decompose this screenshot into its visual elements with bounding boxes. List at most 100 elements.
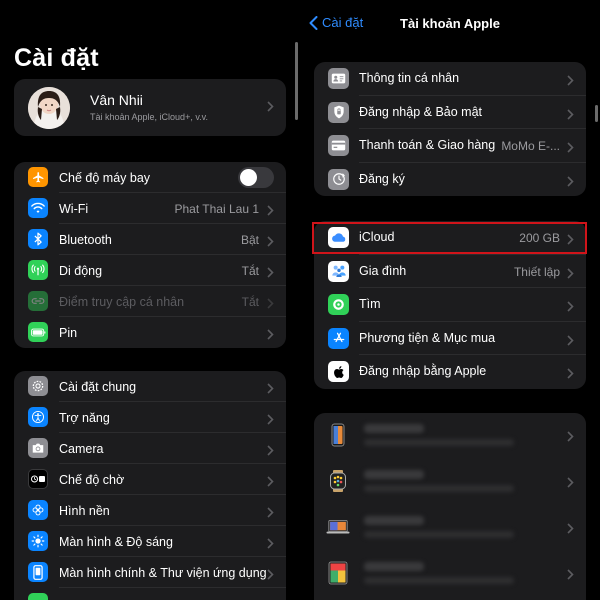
settings-pane: Cài đặt Vân Nhii Tài khoản Apple, iCloud… bbox=[0, 0, 300, 600]
settings-row-label: Trợ năng bbox=[59, 410, 110, 425]
camera-icon bbox=[28, 438, 48, 458]
settings-row-general[interactable]: Cài đặt chung bbox=[14, 371, 286, 402]
ipad-device-icon bbox=[326, 561, 350, 585]
profile-name: Vân Nhii bbox=[90, 92, 143, 108]
cellular-status-value: Tắt bbox=[241, 263, 259, 278]
settings-row-label: Màn hình chính & Thư viện ứng dụng bbox=[59, 565, 267, 580]
device-row[interactable] bbox=[314, 551, 586, 597]
settings-row-battery[interactable]: Pin bbox=[14, 317, 286, 348]
gear-icon bbox=[28, 376, 48, 396]
account-row-label: Thanh toán & Giao hàng bbox=[359, 138, 496, 153]
bluetooth-icon bbox=[28, 229, 48, 249]
account-row-label: Đăng ký bbox=[359, 171, 405, 186]
settings-row-label: Chế độ máy bay bbox=[59, 170, 151, 185]
toggle-knob bbox=[240, 169, 257, 186]
account-row-subscriptions[interactable]: Đăng ký bbox=[314, 163, 586, 197]
account-row-payment-shipping[interactable]: Thanh toán & Giao hàng MoMo E-... bbox=[314, 129, 586, 163]
settings-row-bluetooth[interactable]: Bluetooth Bật bbox=[14, 224, 286, 255]
hotspot-status-value: Tắt bbox=[241, 294, 259, 309]
chevron-right-icon bbox=[567, 107, 574, 125]
credit-card-icon bbox=[328, 135, 349, 157]
settings-row-airplane-mode: Chế độ máy bay bbox=[14, 162, 286, 193]
device-row[interactable] bbox=[314, 413, 586, 459]
account-row-label: Đăng nhập bằng Apple bbox=[359, 364, 487, 379]
device-row[interactable] bbox=[314, 459, 586, 505]
settings-row-label: Hình nền bbox=[59, 503, 110, 518]
chevron-right-icon bbox=[267, 505, 274, 523]
blurred-device-name bbox=[364, 516, 424, 525]
blurred-device-name bbox=[364, 470, 424, 479]
blurred-device-name bbox=[364, 562, 424, 571]
services-group: iCloud 200 GB Gia đình Thiết lập Tìm Phư… bbox=[314, 221, 586, 389]
avatar bbox=[28, 87, 70, 129]
account-row-label: Tìm bbox=[359, 297, 381, 312]
blurred-device-detail bbox=[364, 485, 514, 492]
settings-row-partial[interactable] bbox=[14, 588, 286, 600]
chevron-right-icon bbox=[267, 567, 274, 585]
settings-row-standby[interactable]: Chế độ chờ bbox=[14, 464, 286, 495]
wallpaper-icon bbox=[28, 500, 48, 520]
apple-account-pane: Cài đặt Tài khoản Apple Thông tin cá nhâ… bbox=[300, 0, 600, 600]
cellular-icon bbox=[28, 260, 48, 280]
chevron-right-icon bbox=[567, 333, 574, 351]
chevron-right-icon bbox=[567, 429, 574, 447]
profile-subtitle: Tài khoản Apple, iCloud+, v.v. bbox=[90, 112, 208, 122]
account-row-media-purchases[interactable]: Phương tiện & Mục mua bbox=[314, 322, 586, 356]
connectivity-group: Chế độ máy bay Wi-Fi Phat Thai Lau 1 Blu… bbox=[14, 162, 286, 348]
account-row-family[interactable]: Gia đình Thiết lập bbox=[314, 255, 586, 289]
settings-row-label: Màn hình & Độ sáng bbox=[59, 534, 173, 549]
chevron-right-icon bbox=[267, 412, 274, 430]
icloud-icon bbox=[328, 227, 349, 248]
chevron-right-icon bbox=[567, 73, 574, 91]
account-row-label: Gia đình bbox=[359, 263, 407, 278]
blurred-device-name bbox=[364, 424, 424, 433]
macbook-device-icon bbox=[326, 515, 350, 539]
settings-row-wifi[interactable]: Wi-Fi Phat Thai Lau 1 bbox=[14, 193, 286, 224]
blurred-device-detail bbox=[364, 531, 514, 538]
settings-row-label: Điểm truy cập cá nhân bbox=[59, 294, 185, 309]
watch-device-icon bbox=[326, 469, 350, 493]
chevron-right-icon bbox=[567, 366, 574, 384]
settings-row-label: Cài đặt chung bbox=[59, 379, 137, 394]
apple-logo-icon bbox=[328, 361, 349, 383]
chevron-right-icon bbox=[567, 266, 574, 284]
chevron-right-icon bbox=[567, 140, 574, 158]
account-row-sign-in-with-apple[interactable]: Đăng nhập bằng Apple bbox=[314, 355, 586, 389]
account-row-find-my[interactable]: Tìm bbox=[314, 288, 586, 322]
settings-row-display-brightness[interactable]: Màn hình & Độ sáng bbox=[14, 526, 286, 557]
iphone-device-icon bbox=[326, 423, 350, 447]
scrollbar[interactable] bbox=[595, 105, 598, 122]
settings-row-wallpaper[interactable]: Hình nền bbox=[14, 495, 286, 526]
settings-row-home-screen[interactable]: Màn hình chính & Thư viện ứng dụng bbox=[14, 557, 286, 588]
account-row-icloud[interactable]: iCloud 200 GB bbox=[314, 221, 586, 255]
settings-row-cellular[interactable]: Di động Tắt bbox=[14, 255, 286, 286]
family-icon bbox=[328, 260, 349, 282]
settings-row-personal-hotspot: Điểm truy cập cá nhân Tắt bbox=[14, 286, 286, 317]
accessibility-icon bbox=[28, 407, 48, 427]
subscriptions-icon bbox=[328, 168, 349, 190]
account-row-personal-info[interactable]: Thông tin cá nhân bbox=[314, 62, 586, 96]
chevron-right-icon bbox=[267, 327, 274, 345]
contact-card-icon bbox=[328, 68, 349, 89]
account-row-label: Phương tiện & Mục mua bbox=[359, 330, 496, 345]
chevron-right-icon bbox=[567, 475, 574, 493]
airplane-mode-toggle[interactable] bbox=[238, 167, 274, 188]
blurred-device-detail bbox=[364, 439, 514, 446]
device-row[interactable] bbox=[314, 505, 586, 551]
settings-row-label: Bluetooth bbox=[59, 232, 112, 247]
chevron-right-icon bbox=[267, 474, 274, 492]
chevron-right-icon bbox=[267, 296, 274, 314]
chevron-right-icon bbox=[567, 567, 574, 585]
chevron-right-icon bbox=[267, 234, 274, 252]
app-store-icon bbox=[328, 327, 349, 349]
account-row-sign-in-security[interactable]: Đăng nhập & Bảo mật bbox=[314, 96, 586, 130]
settings-row-accessibility[interactable]: Trợ năng bbox=[14, 402, 286, 433]
apple-account-profile[interactable]: Vân Nhii Tài khoản Apple, iCloud+, v.v. bbox=[14, 79, 286, 136]
scrollbar[interactable] bbox=[295, 42, 298, 120]
account-row-label: Đăng nhập & Bảo mật bbox=[359, 104, 482, 119]
shield-icon bbox=[328, 101, 349, 123]
family-setup-value: Thiết lập bbox=[513, 264, 560, 279]
settings-row-label: Di động bbox=[59, 263, 103, 278]
partial-row-icon bbox=[28, 593, 48, 600]
settings-row-camera[interactable]: Camera bbox=[14, 433, 286, 464]
